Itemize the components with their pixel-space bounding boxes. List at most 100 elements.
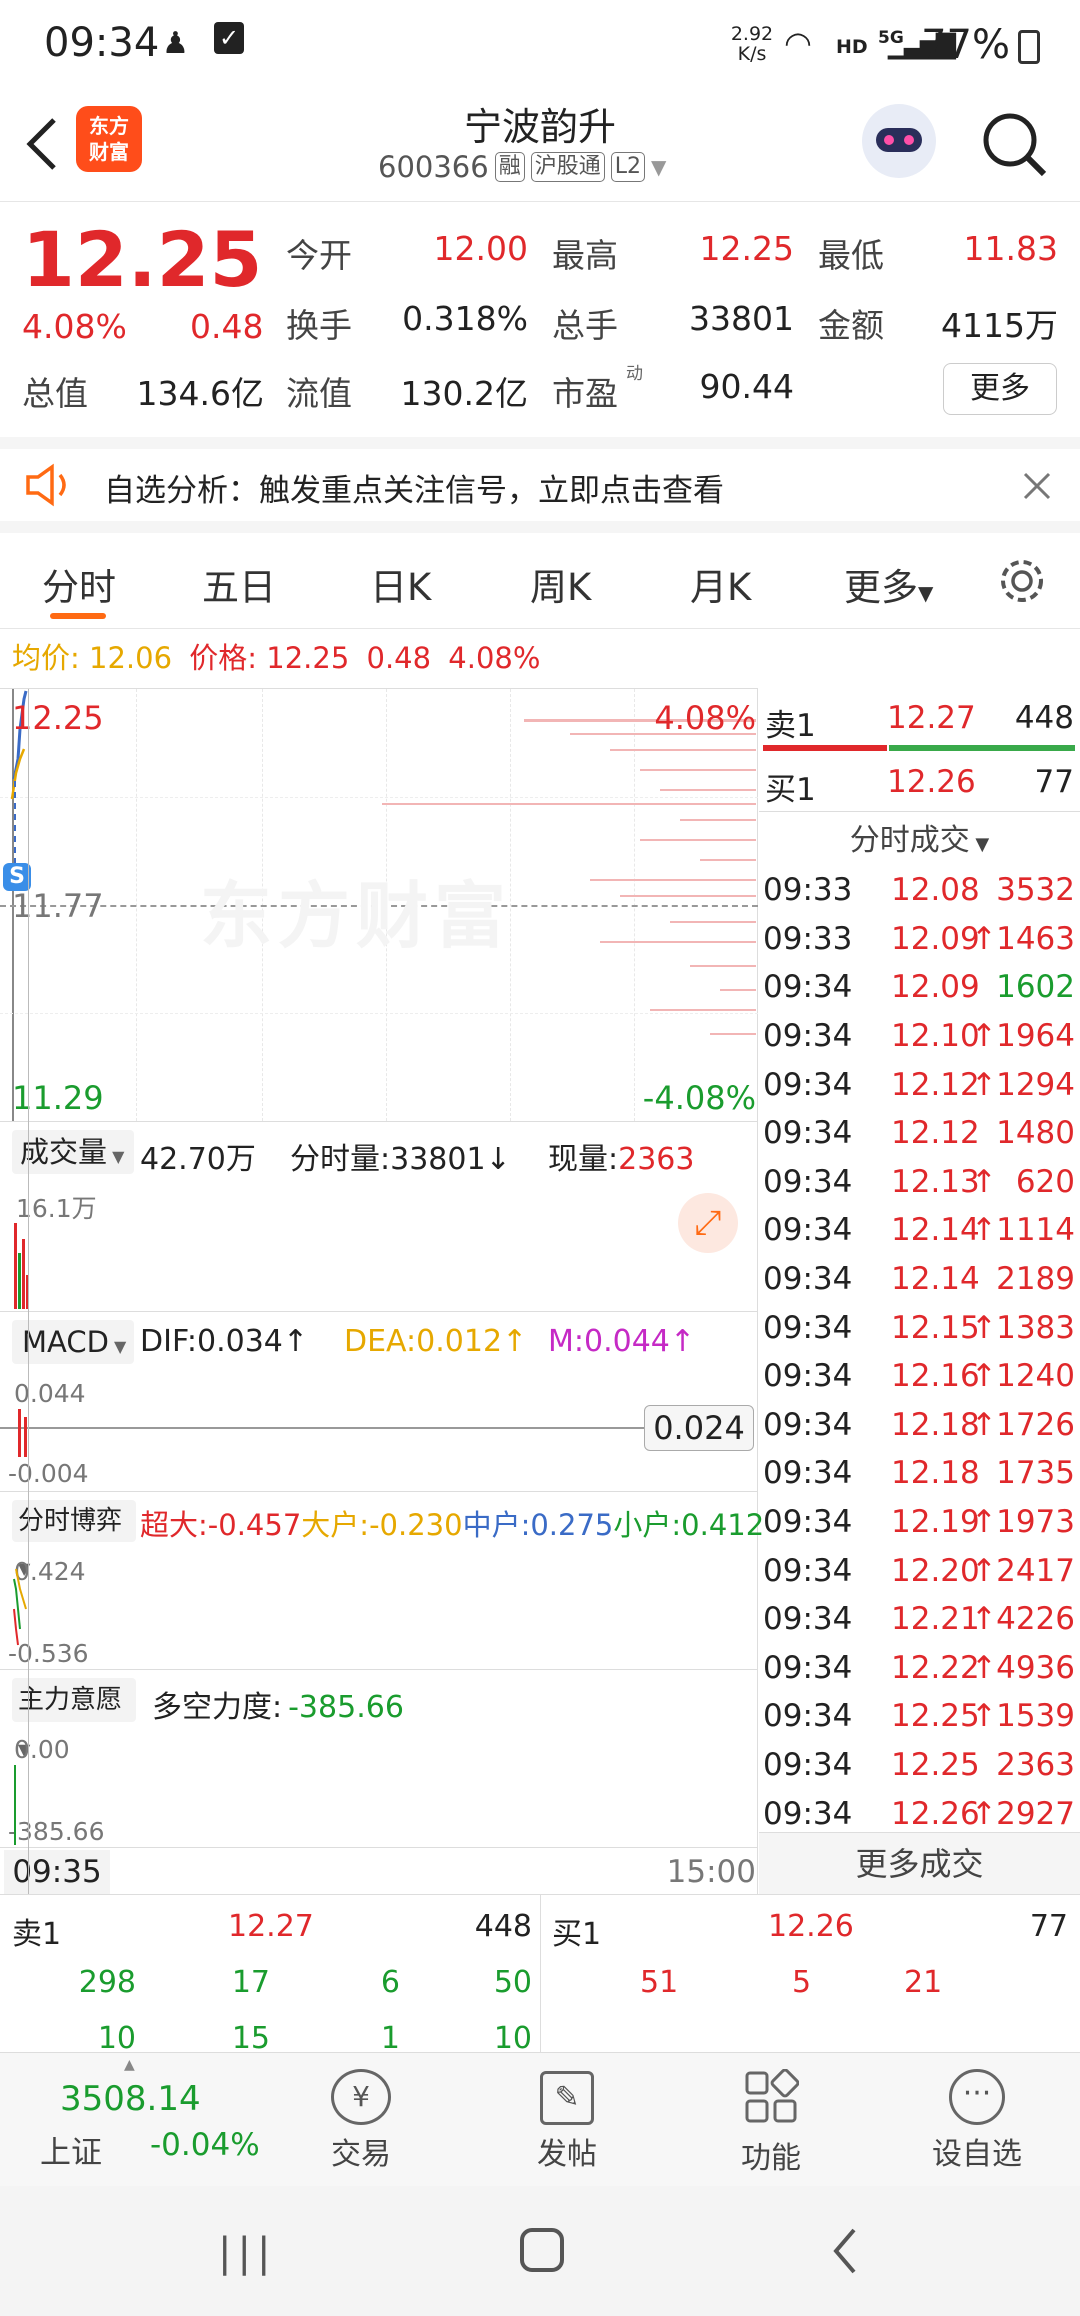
nav-functions[interactable]: 功能 xyxy=(706,2063,836,2183)
high-label: 最高 xyxy=(552,236,618,275)
tick-row: 09:34 12.10 ↑ 1964 xyxy=(763,1012,1077,1061)
more-trades-button[interactable]: 更多成交 xyxy=(759,1832,1080,1894)
bottom-sell-label: 卖1 xyxy=(12,1917,62,1952)
tick-arrow: ↑ xyxy=(971,1212,997,1249)
tick-row: 09:34 12.12 1480 xyxy=(763,1109,1077,1158)
tick-time: 09:34 xyxy=(763,1795,853,1832)
close-icon[interactable] xyxy=(1022,471,1052,501)
system-back-icon[interactable] xyxy=(830,2226,860,2276)
intent-selector[interactable]: 主力意愿 ▼ xyxy=(12,1678,136,1759)
tick-arrow: ↑ xyxy=(971,1309,997,1346)
intent-axis-bottom: -385.66 xyxy=(8,1817,105,1846)
turnover-label: 换手 xyxy=(286,306,352,345)
bottom-order-book: 卖1 12.27 448 买1 12.26 77 298 17 6 50 10 … xyxy=(0,1894,1080,2056)
ticks-list: 09:33 12.08 3532 09:33 12.09 ↑ 1463 09:34 12.09 1… xyxy=(763,866,1077,1838)
search-icon[interactable] xyxy=(980,110,1050,180)
gear-icon[interactable] xyxy=(996,555,1048,607)
index-change: -0.04% xyxy=(150,2127,260,2163)
wifi-icon: ◠ xyxy=(784,24,812,62)
order-book-panel: 卖1 12.27 448 买1 12.26 77 分时成交 ▼ 09:33 12.… xyxy=(759,688,1080,1894)
tab-weekly-k[interactable]: 周K xyxy=(530,557,591,611)
price-panel: 东方财富 S 12.25 11.77 11.29 4.08% -4.08% xyxy=(0,689,758,1121)
ticks-title[interactable]: 分时成交 ▼ xyxy=(759,816,1080,866)
tab-intraday[interactable]: 分时 xyxy=(42,557,116,611)
home-icon[interactable] xyxy=(520,2228,564,2272)
dropdown-arrow-icon: ▼ xyxy=(969,834,990,855)
tick-arrow: ↑ xyxy=(971,1018,997,1055)
time-axis-start: 09:35 xyxy=(4,1850,110,1894)
tick-arrow: ↑ xyxy=(971,1649,997,1686)
tick-row: 09:34 12.13 ↑ 620 xyxy=(763,1158,1077,1207)
pe-label: 市盈 xyxy=(552,374,618,413)
tick-volume: 1726 xyxy=(996,1406,1075,1443)
index-ticker[interactable]: 3508.14 上证 -0.04% xyxy=(0,2053,260,2187)
buy1-row: 买1 12.26 77 xyxy=(759,752,1080,812)
tick-price: 12.18 xyxy=(891,1406,980,1443)
recent-apps-icon[interactable]: ||| xyxy=(218,2230,276,2276)
tick-row: 09:34 12.16 ↑ 1240 xyxy=(763,1352,1077,1401)
chevron-down-icon[interactable]: ▼ xyxy=(651,155,666,179)
tick-row: 09:34 12.18 1735 xyxy=(763,1449,1077,1498)
battery-level: 77% xyxy=(921,22,1010,68)
nav-post[interactable]: ✎ 发帖 xyxy=(502,2063,632,2183)
tick-row: 09:34 12.09 1602 xyxy=(763,963,1077,1012)
tick-price: 12.21 xyxy=(891,1601,980,1638)
sell-queue-8: 10 xyxy=(493,2021,532,2056)
tab-daily-k[interactable]: 日K xyxy=(370,557,431,611)
nav-trade[interactable]: ¥ 交易 xyxy=(296,2063,426,2183)
stock-header: 东方 财富 宁波韵升 600366 融 沪股通 L2 ▼ xyxy=(0,92,1080,202)
tab-five-day[interactable]: 五日 xyxy=(202,557,276,611)
volume-selector[interactable]: 成交量 ▼ xyxy=(12,1130,134,1174)
watermark: 东方财富 xyxy=(200,874,513,958)
tick-time: 09:34 xyxy=(763,1261,853,1298)
tick-volume: 1114 xyxy=(996,1212,1075,1249)
price-axis-mid: 11.77 xyxy=(12,887,104,925)
tick-time: 09:34 xyxy=(763,1746,853,1783)
tick-volume: 1463 xyxy=(996,920,1075,957)
tick-time: 09:34 xyxy=(763,1406,853,1443)
tick-volume: 1480 xyxy=(996,1115,1075,1152)
tick-row: 09:34 12.14 2189 xyxy=(763,1255,1077,1304)
price-info-line: 均价: 12.06 价格: 12.25 0.48 4.08% xyxy=(0,630,540,686)
tick-time: 09:34 xyxy=(763,1163,853,1200)
market-cap-value: 134.6亿 xyxy=(136,374,264,413)
robot-assistant-icon[interactable] xyxy=(862,104,936,178)
tick-time: 09:34 xyxy=(763,1309,853,1346)
tab-monthly-k[interactable]: 月K xyxy=(690,557,751,611)
pe-value: 90.44 xyxy=(699,367,794,406)
sell-queue-2: 17 xyxy=(231,1965,270,2000)
tick-price: 12.26 xyxy=(891,1795,980,1832)
bottom-sell-price: 12.27 xyxy=(228,1909,314,1944)
more-quote-button[interactable]: 更多 xyxy=(943,363,1057,415)
change-percent: 4.08% xyxy=(22,307,127,346)
bottom-buy-label: 买1 xyxy=(552,1917,602,1952)
macd-m: M:0.044↑ xyxy=(548,1324,696,1359)
tick-row: 09:34 12.25 ↑ 1539 xyxy=(763,1692,1077,1741)
low-label: 最低 xyxy=(818,236,884,275)
macd-selector[interactable]: MACD ▼ xyxy=(12,1320,134,1364)
chart-tabs: 分时 五日 日K 周K 月K 更多▼ xyxy=(0,533,1080,629)
high-value: 12.25 xyxy=(699,229,794,268)
low-value: 11.83 xyxy=(963,229,1058,268)
tick-time: 09:34 xyxy=(763,1601,853,1638)
chart-area[interactable]: 东方财富 S 12.25 11.77 11.29 4.08% -4.08% 成交… xyxy=(0,688,764,1895)
notice-banner[interactable]: 自选分析：触发重点关注信号，立即点击查看 xyxy=(0,437,1080,533)
nav-add-watchlist[interactable]: ··· 设自选 xyxy=(912,2063,1042,2183)
tick-arrow: ↑ xyxy=(971,1698,997,1735)
amount-label: 金额 xyxy=(818,306,884,345)
pct-axis-high: 4.08% xyxy=(654,699,756,737)
price-value: 12.25 xyxy=(266,641,350,675)
tab-more[interactable]: 更多▼ xyxy=(844,557,933,611)
sell-queue-4: 50 xyxy=(493,1965,532,2000)
buy-queue-1: 51 xyxy=(640,1965,679,2000)
status-time: 09:34 xyxy=(44,20,160,66)
stock-code: 600366 xyxy=(378,150,489,184)
sell-queue-3: 6 xyxy=(380,1965,400,2000)
flow-selector[interactable]: 分时博弈 ▼ xyxy=(12,1500,136,1578)
current-volume: 现量:2363 xyxy=(548,1142,695,1177)
tick-arrow: ↑ xyxy=(971,1552,997,1589)
expand-icon[interactable]: ⤢ xyxy=(678,1193,738,1253)
tick-price: 12.18 xyxy=(891,1455,980,1492)
tick-row: 09:33 12.09 ↑ 1463 xyxy=(763,915,1077,964)
sell-queue-5: 10 xyxy=(97,2021,136,2056)
